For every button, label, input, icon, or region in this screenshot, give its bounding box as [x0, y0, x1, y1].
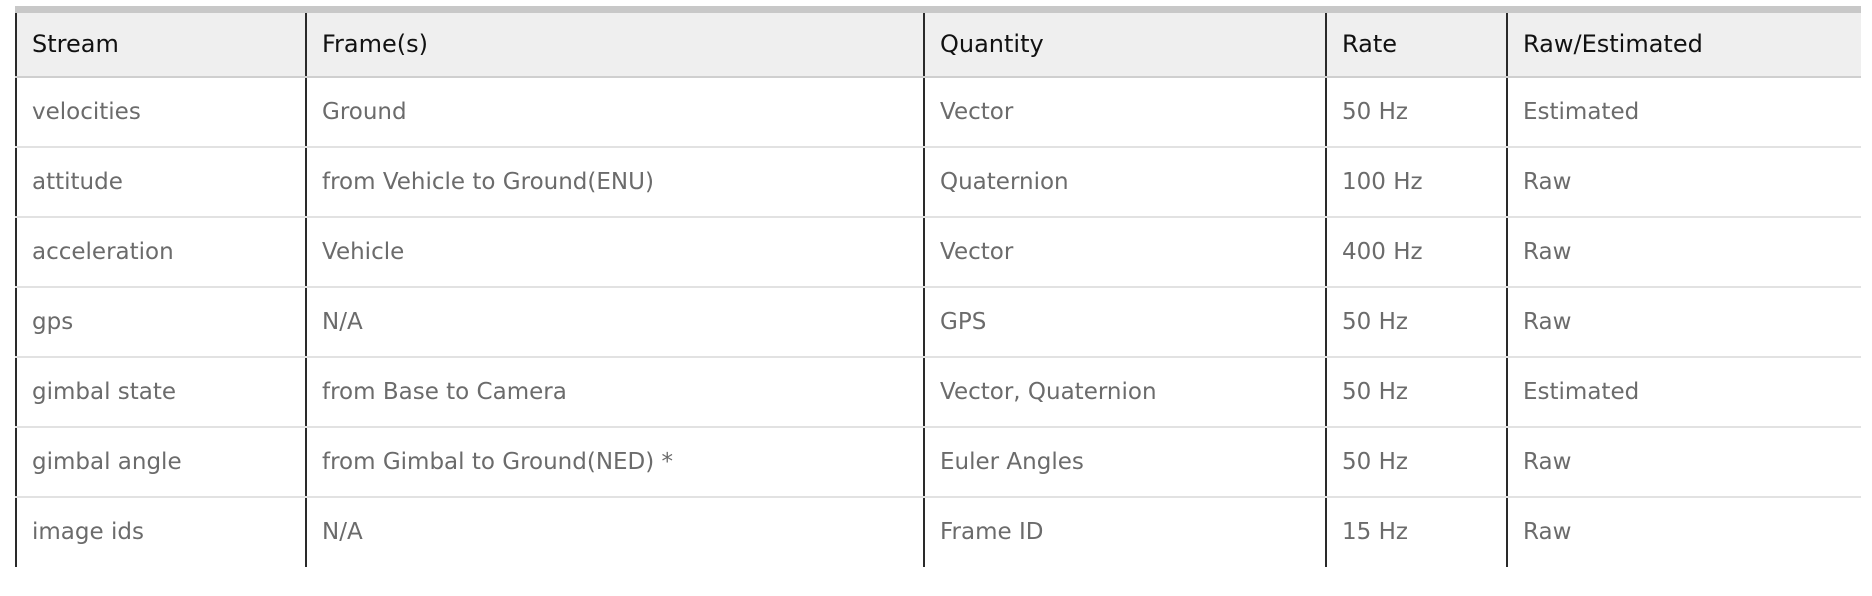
- cell-quantity: Euler Angles: [923, 426, 1326, 498]
- cell-raw-estimated: Raw: [1506, 286, 1861, 358]
- cell-quantity: Frame ID: [923, 496, 1326, 567]
- cell-stream: gps: [15, 286, 306, 358]
- cell-rate: 400 Hz: [1325, 216, 1507, 288]
- table-header: Stream Frame(s) Quantity Rate Raw/Estima…: [15, 9, 1861, 78]
- cell-frames: Vehicle: [305, 216, 924, 288]
- table-row: attitude from Vehicle to Ground(ENU) Qua…: [15, 146, 1861, 218]
- cell-raw-estimated: Raw: [1506, 426, 1861, 498]
- table-row: gimbal state from Base to Camera Vector,…: [15, 356, 1861, 428]
- cell-stream: acceleration: [15, 216, 306, 288]
- header-raw-estimated: Raw/Estimated: [1506, 9, 1861, 78]
- cell-stream: image ids: [15, 496, 306, 567]
- cell-raw-estimated: Raw: [1506, 496, 1861, 567]
- cell-frames: N/A: [305, 286, 924, 358]
- cell-stream: gimbal state: [15, 356, 306, 428]
- cell-rate: 50 Hz: [1325, 356, 1507, 428]
- cell-frames: from Vehicle to Ground(ENU): [305, 146, 924, 218]
- table-body: velocities Ground Vector 50 Hz Estimated…: [15, 76, 1861, 567]
- header-rate: Rate: [1325, 9, 1507, 78]
- cell-frames: from Base to Camera: [305, 356, 924, 428]
- cell-quantity: GPS: [923, 286, 1326, 358]
- cell-raw-estimated: Raw: [1506, 146, 1861, 218]
- cell-frames: from Gimbal to Ground(NED) *: [305, 426, 924, 498]
- header-frames: Frame(s): [305, 9, 924, 78]
- table-row: image ids N/A Frame ID 15 Hz Raw: [15, 496, 1861, 567]
- cell-quantity: Vector: [923, 76, 1326, 148]
- header-row: Stream Frame(s) Quantity Rate Raw/Estima…: [15, 9, 1861, 78]
- table-row: gimbal angle from Gimbal to Ground(NED) …: [15, 426, 1861, 498]
- data-streams-table: Stream Frame(s) Quantity Rate Raw/Estima…: [15, 6, 1861, 567]
- cell-quantity: Vector, Quaternion: [923, 356, 1326, 428]
- header-stream: Stream: [15, 9, 306, 78]
- cell-rate: 50 Hz: [1325, 286, 1507, 358]
- cell-stream: velocities: [15, 76, 306, 148]
- cell-raw-estimated: Raw: [1506, 216, 1861, 288]
- cell-raw-estimated: Estimated: [1506, 76, 1861, 148]
- cell-rate: 50 Hz: [1325, 76, 1507, 148]
- table-row: gps N/A GPS 50 Hz Raw: [15, 286, 1861, 358]
- cell-rate: 100 Hz: [1325, 146, 1507, 218]
- cell-stream: attitude: [15, 146, 306, 218]
- data-streams-table-container: Stream Frame(s) Quantity Rate Raw/Estima…: [15, 6, 1861, 567]
- table-row: velocities Ground Vector 50 Hz Estimated: [15, 76, 1861, 148]
- table-row: acceleration Vehicle Vector 400 Hz Raw: [15, 216, 1861, 288]
- cell-quantity: Quaternion: [923, 146, 1326, 218]
- cell-frames: N/A: [305, 496, 924, 567]
- cell-rate: 50 Hz: [1325, 426, 1507, 498]
- cell-quantity: Vector: [923, 216, 1326, 288]
- cell-frames: Ground: [305, 76, 924, 148]
- cell-rate: 15 Hz: [1325, 496, 1507, 567]
- header-quantity: Quantity: [923, 9, 1326, 78]
- cell-raw-estimated: Estimated: [1506, 356, 1861, 428]
- cell-stream: gimbal angle: [15, 426, 306, 498]
